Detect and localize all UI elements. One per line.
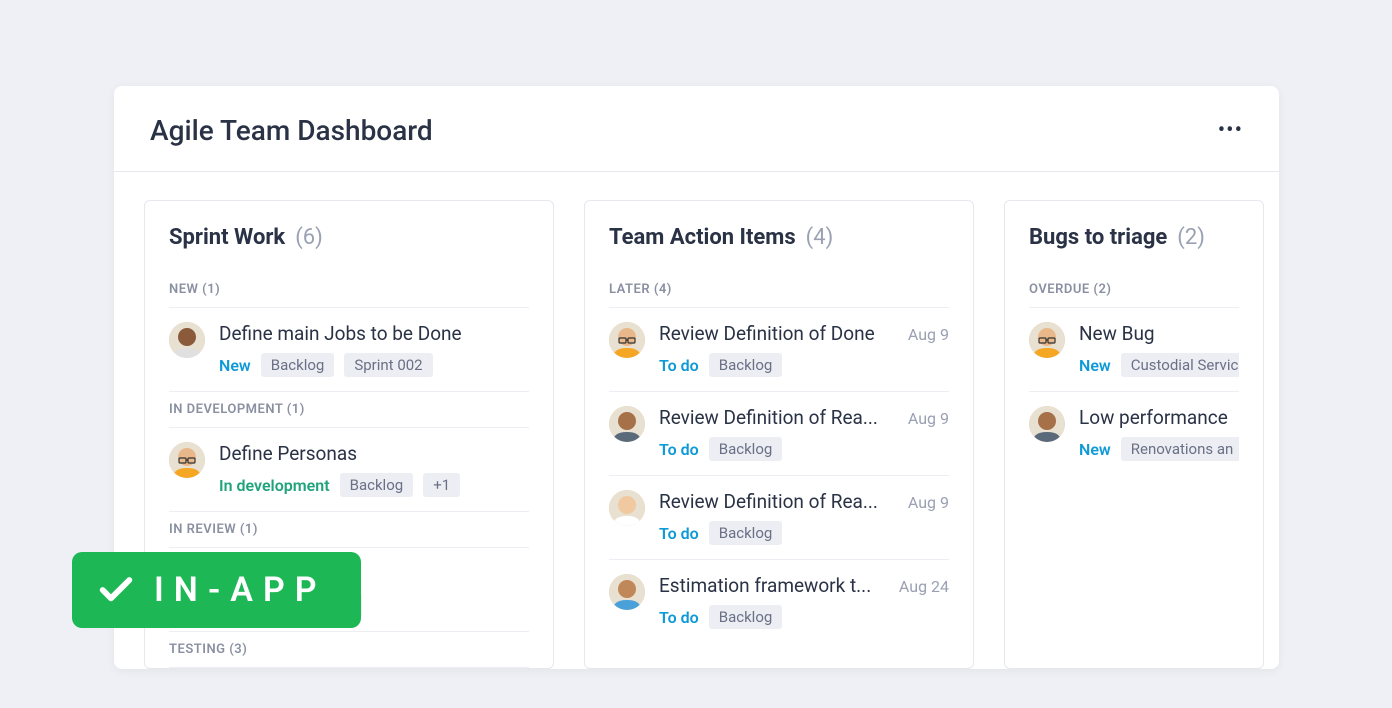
task-date: Aug 9 — [908, 325, 949, 344]
task-title[interactable]: Define main Jobs to be Done — [219, 322, 529, 345]
page-title: Agile Team Dashboard — [150, 114, 433, 147]
group-label[interactable]: OVERDUE (2) — [1029, 272, 1239, 308]
task-body: New Bug New Custodial Servic — [1079, 322, 1239, 377]
tag[interactable]: Backlog — [340, 473, 414, 497]
task-item[interactable]: Low performance New Renovations an — [1029, 392, 1239, 475]
task-item[interactable]: Define main Jobs to be Done New Backlog Spr… — [169, 308, 529, 392]
column-header: Sprint Work (6) — [169, 225, 529, 250]
task-body: Define Personas In development Backlog +1 — [219, 442, 529, 497]
in-app-badge: IN-APP — [72, 552, 361, 628]
group-label[interactable]: LATER (4) — [609, 272, 949, 308]
tag[interactable]: Backlog — [261, 353, 335, 377]
task-item[interactable]: Review Definition of Rea... Aug 9 To do Bac… — [609, 392, 949, 476]
task-title[interactable]: New Bug — [1079, 322, 1239, 345]
column-header: Bugs to triage (2) — [1029, 225, 1239, 250]
tag[interactable]: Backlog — [709, 437, 783, 461]
column-header: Team Action Items (4) — [609, 225, 949, 250]
avatar[interactable] — [609, 574, 645, 610]
task-body: Estimation framework t... Aug 24 To do Back… — [659, 574, 949, 629]
panel-header: Agile Team Dashboard ••• — [114, 86, 1279, 172]
avatar[interactable] — [1029, 406, 1065, 442]
status-label[interactable]: New — [1079, 356, 1111, 375]
avatar[interactable] — [1029, 322, 1065, 358]
task-item[interactable]: Review Definition of Done Aug 9 To do Backl… — [609, 308, 949, 392]
task-date: Aug 24 — [899, 577, 949, 596]
status-label[interactable]: To do — [659, 356, 699, 375]
column-count: (2) — [1177, 225, 1205, 250]
status-label[interactable]: New — [219, 356, 251, 375]
more-options-icon[interactable]: ••• — [1218, 118, 1243, 143]
column-title[interactable]: Bugs to triage — [1029, 225, 1167, 250]
group-label[interactable]: IN DEVELOPMENT (1) — [169, 392, 529, 428]
task-title[interactable]: Estimation framework t... — [659, 574, 889, 597]
task-item[interactable]: New Bug New Custodial Servic — [1029, 308, 1239, 392]
group-label[interactable]: NEW (1) — [169, 272, 529, 308]
group-label[interactable]: TESTING (3) — [169, 632, 529, 668]
status-label[interactable]: To do — [659, 608, 699, 627]
tag[interactable]: Custodial Servic — [1121, 353, 1239, 377]
task-title[interactable]: Low performance — [1079, 406, 1239, 429]
task-item[interactable]: Review Definition of Rea... Aug 9 To do Bac… — [609, 476, 949, 560]
task-date: Aug 9 — [908, 409, 949, 428]
avatar[interactable] — [169, 322, 205, 358]
column-count: (6) — [295, 225, 323, 250]
check-icon — [96, 570, 136, 610]
tag[interactable]: Renovations an — [1121, 437, 1239, 461]
column-title[interactable]: Sprint Work — [169, 225, 285, 250]
board-column: Team Action Items (4) LATER (4) Review Defi… — [584, 200, 974, 669]
status-label[interactable]: In development — [219, 476, 330, 495]
task-item[interactable]: Estimation framework t... Aug 24 To do Back… — [609, 560, 949, 643]
avatar[interactable] — [169, 442, 205, 478]
tag[interactable]: Backlog — [709, 605, 783, 629]
column-count: (4) — [806, 225, 834, 250]
task-title[interactable]: Define Personas — [219, 442, 529, 465]
tag[interactable]: Backlog — [709, 353, 783, 377]
task-title[interactable]: Review Definition of Rea... — [659, 406, 898, 429]
group-label[interactable]: IN REVIEW (1) — [169, 512, 529, 548]
task-title[interactable]: Review Definition of Rea... — [659, 490, 898, 513]
task-body: Review Definition of Done Aug 9 To do Backl… — [659, 322, 949, 377]
task-date: Aug 9 — [908, 493, 949, 512]
board-column: Bugs to triage (2) OVERDUE (2) New Bug New Cu… — [1004, 200, 1264, 669]
avatar[interactable] — [609, 406, 645, 442]
avatar[interactable] — [609, 490, 645, 526]
task-body: Define main Jobs to be Done New Backlog Spr… — [219, 322, 529, 377]
tag[interactable]: +1 — [423, 473, 460, 497]
task-body: Review Definition of Rea... Aug 9 To do Bac… — [659, 490, 949, 545]
task-body: Low performance New Renovations an — [1079, 406, 1239, 461]
status-label[interactable]: To do — [659, 524, 699, 543]
tag[interactable]: Backlog — [709, 521, 783, 545]
status-label[interactable]: To do — [659, 440, 699, 459]
avatar[interactable] — [609, 322, 645, 358]
status-label[interactable]: New — [1079, 440, 1111, 459]
task-item[interactable]: Define Personas In development Backlog +1 — [169, 428, 529, 512]
tag[interactable]: Sprint 002 — [344, 353, 432, 377]
task-body: Review Definition of Rea... Aug 9 To do Bac… — [659, 406, 949, 461]
in-app-label: IN-APP — [154, 570, 327, 610]
column-title[interactable]: Team Action Items — [609, 225, 796, 250]
task-title[interactable]: Review Definition of Done — [659, 322, 898, 345]
